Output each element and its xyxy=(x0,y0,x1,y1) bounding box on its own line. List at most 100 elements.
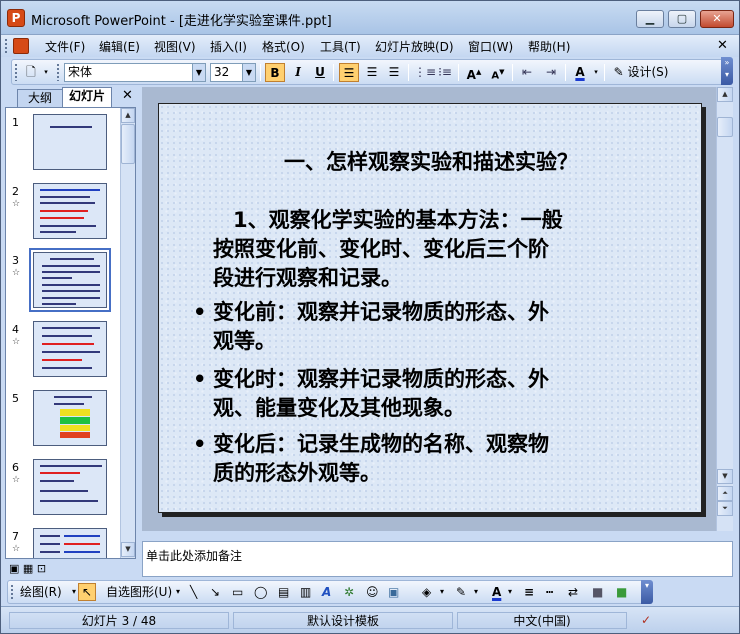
spelling-check-icon[interactable]: ✓ xyxy=(631,612,661,629)
new-dropdown-icon[interactable]: ▾ xyxy=(41,63,51,82)
bold-button[interactable]: B xyxy=(265,63,285,82)
toolbar-options-icon[interactable]: » ▾ xyxy=(721,57,733,85)
italic-button[interactable]: I xyxy=(289,63,307,82)
shadow-icon[interactable]: ■ xyxy=(592,584,603,600)
decrease-font-size-icon[interactable]: A▼ xyxy=(488,63,508,82)
chevron-down-icon[interactable]: ▾ xyxy=(72,584,76,600)
drawing-toolbar-options-icon[interactable]: ▾ xyxy=(641,580,653,604)
slide-thumbnail-6[interactable]: 6 ☆ xyxy=(6,459,135,521)
3d-style-icon[interactable]: ■ xyxy=(616,584,627,600)
scroll-thumb[interactable] xyxy=(717,117,733,137)
close-button[interactable]: ✕ xyxy=(700,10,734,28)
bullet-1-line-2[interactable]: 观等。 xyxy=(213,327,653,356)
draw-menu-button[interactable]: 绘图(R) xyxy=(20,584,62,600)
dash-style-icon[interactable]: ┅ xyxy=(546,584,553,600)
menu-grip[interactable] xyxy=(4,38,8,54)
document-close-icon[interactable]: ✕ xyxy=(717,38,728,53)
chevron-down-icon[interactable]: ▼ xyxy=(192,64,205,81)
bullet-2-line-2[interactable]: 观、能量变化及其他现象。 xyxy=(213,394,653,423)
chevron-down-icon[interactable]: ▼ xyxy=(242,64,255,81)
font-color-icon[interactable]: A xyxy=(492,584,501,600)
autoshapes-button[interactable]: 自选图形(U) xyxy=(106,584,172,600)
slide-scrollbar[interactable]: ▲ ▼ ⏶ ⏷ xyxy=(716,87,733,531)
slide-thumbnail-1[interactable]: 1 xyxy=(6,114,135,176)
slide-thumbnail-3[interactable]: 3 ☆ xyxy=(6,248,135,314)
pane-close-icon[interactable]: ✕ xyxy=(122,88,133,103)
scroll-thumb[interactable] xyxy=(121,124,135,164)
arrow-icon[interactable]: ↘ xyxy=(210,584,220,600)
tab-outline[interactable]: 大纲 xyxy=(17,89,63,107)
scroll-down-icon[interactable]: ▼ xyxy=(717,469,733,484)
vertical-textbox-icon[interactable]: ▥ xyxy=(300,584,311,600)
bullet-2-line-1[interactable]: 变化时：观察并记录物质的形态、外 xyxy=(213,365,653,394)
align-right-button[interactable]: ☰ xyxy=(385,63,403,82)
menu-window[interactable]: 窗口(W) xyxy=(468,38,513,55)
new-document-icon[interactable]: 🗋 xyxy=(22,63,40,82)
arrow-style-icon[interactable]: ⇄ xyxy=(568,584,578,600)
minimize-button[interactable]: ▁ xyxy=(636,10,664,28)
textbox-icon[interactable]: ▤ xyxy=(278,584,289,600)
font-color-icon[interactable]: A xyxy=(571,63,589,82)
clip-art-icon[interactable]: ☺ xyxy=(366,584,379,600)
next-slide-icon[interactable]: ⏷ xyxy=(717,501,733,516)
previous-slide-icon[interactable]: ⏶ xyxy=(717,486,733,501)
scroll-down-icon[interactable]: ▼ xyxy=(121,542,135,557)
menu-help[interactable]: 帮助(H) xyxy=(528,38,570,55)
slide-intro-line-1[interactable]: 1、观察化学实验的基本方法：一般 xyxy=(213,206,653,235)
maximize-button[interactable]: ▢ xyxy=(668,10,696,28)
thumbnail-scrollbar[interactable]: ▲ ▼ xyxy=(120,108,135,558)
picture-icon[interactable]: ▣ xyxy=(388,584,399,600)
toolbar-grip[interactable] xyxy=(14,63,18,81)
fill-color-icon[interactable]: ◈ xyxy=(422,584,431,600)
slide-thumbnail-2[interactable]: 2 ☆ xyxy=(6,183,135,245)
menu-file[interactable]: 文件(F) xyxy=(45,38,85,55)
tab-slides[interactable]: 幻灯片 xyxy=(62,87,112,107)
oval-icon[interactable]: ◯ xyxy=(254,584,267,600)
underline-button[interactable]: U xyxy=(311,63,329,82)
powerpoint-app-icon[interactable]: P xyxy=(7,9,25,27)
slide-thumbnail-5[interactable]: 5 xyxy=(6,390,135,452)
wordart-icon[interactable]: A xyxy=(322,584,331,600)
line-style-icon[interactable]: ≡ xyxy=(524,584,534,600)
line-color-icon[interactable]: ✎ xyxy=(456,584,466,600)
menu-format[interactable]: 格式(O) xyxy=(262,38,305,55)
toolbar-grip[interactable] xyxy=(10,584,14,600)
slide-thumbnail-7[interactable]: 7 ☆ xyxy=(6,528,135,558)
slide-title[interactable]: 一、怎样观察实验和描述实验？ xyxy=(159,146,703,176)
notes-pane[interactable]: 单击此处添加备注 xyxy=(142,541,733,577)
menu-tools[interactable]: 工具(T) xyxy=(320,38,361,55)
slide-intro-line-3[interactable]: 段进行观察和记录。 xyxy=(213,264,653,293)
increase-font-size-icon[interactable]: A▲ xyxy=(464,63,484,82)
slide-intro-line-2[interactable]: 按照变化前、变化时、变化后三个阶 xyxy=(213,235,653,264)
scroll-up-icon[interactable]: ▲ xyxy=(717,87,733,102)
menu-insert[interactable]: 插入(I) xyxy=(210,38,247,55)
bullet-1-line-1[interactable]: 变化前：观察并记录物质的形态、外 xyxy=(213,298,653,327)
decrease-indent-icon[interactable]: ⇤ xyxy=(517,63,537,82)
bullet-3-line-1[interactable]: 变化后：记录生成物的名称、观察物 xyxy=(213,430,653,459)
chevron-down-icon[interactable]: ▾ xyxy=(176,584,180,600)
align-center-button[interactable]: ☰ xyxy=(363,63,381,82)
line-icon[interactable]: ╲ xyxy=(190,584,197,600)
numbering-icon[interactable]: ⋮≡ xyxy=(414,63,436,82)
font-color-dropdown-icon[interactable]: ▾ xyxy=(591,63,601,82)
current-slide[interactable]: 一、怎样观察实验和描述实验？ 1、观察化学实验的基本方法：一般 按照变化前、变化… xyxy=(158,103,702,513)
menu-view[interactable]: 视图(V) xyxy=(154,38,196,55)
scroll-up-icon[interactable]: ▲ xyxy=(121,108,135,123)
document-icon[interactable] xyxy=(13,38,29,54)
menu-edit[interactable]: 编辑(E) xyxy=(99,38,140,55)
font-name-combo[interactable]: 宋体 ▼ xyxy=(64,63,206,82)
increase-indent-icon[interactable]: ⇥ xyxy=(541,63,561,82)
status-template[interactable]: 默认设计模板 xyxy=(233,612,453,629)
bullets-icon[interactable]: ⁝≡ xyxy=(436,63,454,82)
select-arrow-icon[interactable]: ↖ xyxy=(78,583,96,601)
bullet-3-line-2[interactable]: 质的形态外观等。 xyxy=(213,459,653,488)
normal-view-icon[interactable]: ▣ xyxy=(9,562,19,575)
diagram-icon[interactable]: ✲ xyxy=(344,584,354,600)
slideshow-view-icon[interactable]: ⊡ xyxy=(37,562,46,575)
chevron-down-icon[interactable]: ▾ xyxy=(508,584,512,600)
chevron-down-icon[interactable]: ▾ xyxy=(474,584,478,600)
slide-thumbnail-4[interactable]: 4 ☆ xyxy=(6,321,135,383)
rectangle-icon[interactable]: ▭ xyxy=(232,584,243,600)
sorter-view-icon[interactable]: ▦ xyxy=(23,562,33,575)
notes-placeholder[interactable]: 单击此处添加备注 xyxy=(146,547,242,564)
